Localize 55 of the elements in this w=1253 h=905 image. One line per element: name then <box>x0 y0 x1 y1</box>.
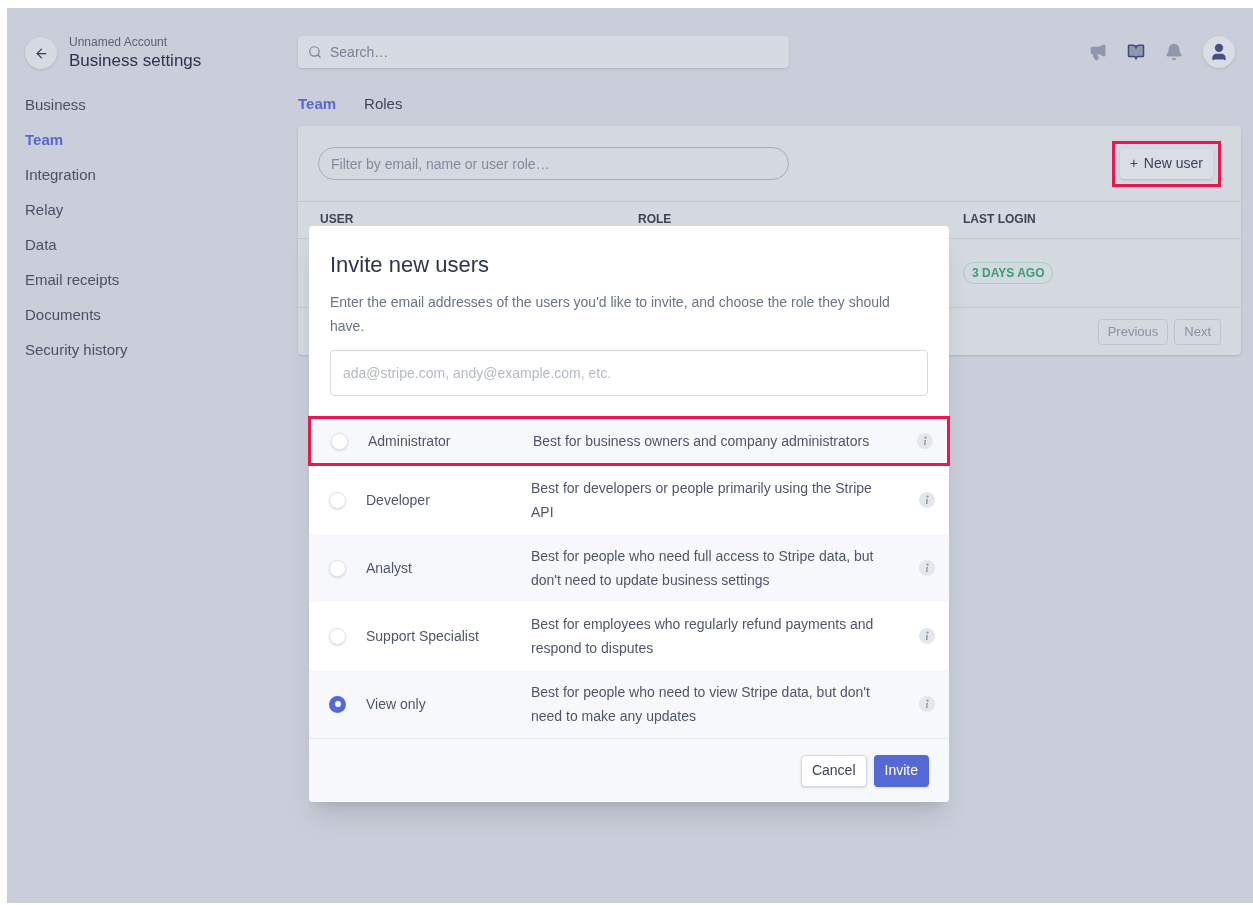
filter-field[interactable]: Filter by email, name or user role… <box>318 147 789 180</box>
role-name: Support Specialist <box>366 626 480 646</box>
role-name: Administrator <box>368 431 452 451</box>
info-icon[interactable] <box>919 696 935 712</box>
sidebar-item[interactable]: Business <box>25 94 86 117</box>
radio-button[interactable] <box>329 491 346 509</box>
role-description: Best for people who need to view Stripe data, but don't need to make any updates <box>531 683 871 726</box>
role-description: Best for business owners and company administrators <box>533 432 871 451</box>
role-option[interactable]: Analyst Best for people who need full access to Stripe data, but don't need to update business settings <box>309 534 949 602</box>
search-icon <box>308 45 322 59</box>
sidebar-item[interactable]: Team <box>25 129 64 152</box>
dialog-description: Enter the email addresses of the users you'd like to invite, and choose the role they should have. <box>330 293 891 336</box>
column-header: USER <box>320 212 354 226</box>
dialog-title: Invite new users <box>330 251 490 279</box>
sidebar-item[interactable]: Data <box>25 234 57 257</box>
column-header: LAST LOGIN <box>963 212 1036 226</box>
sidebar-item[interactable]: Integration <box>25 164 96 187</box>
search-field[interactable]: Search… <box>298 36 789 68</box>
book-icon[interactable] <box>1127 43 1145 61</box>
role-option[interactable]: Developer Best for developers or people primarily using the Stripe API <box>309 466 949 534</box>
account-name: Unnamed Account <box>69 35 169 50</box>
role-option[interactable]: View only Best for people who need to view Stripe data, but don't need to make any updates <box>309 670 949 738</box>
info-icon[interactable] <box>919 628 935 644</box>
invite-button[interactable]: Invite <box>873 754 929 787</box>
new-user-button[interactable]: + New user <box>1119 148 1213 179</box>
role-option[interactable]: Administrator Best for business owners and company administrators <box>308 416 950 466</box>
bell-icon[interactable] <box>1165 43 1183 61</box>
radio-button[interactable] <box>329 695 346 713</box>
tab[interactable]: Team <box>298 94 337 114</box>
sidebar-item[interactable]: Documents <box>25 304 101 327</box>
email-field[interactable]: ada@stripe.com, andy@example.com, etc. <box>330 350 928 396</box>
tab[interactable]: Roles <box>364 94 403 114</box>
radio-button[interactable] <box>331 432 348 450</box>
radio-button[interactable] <box>329 627 346 645</box>
avatar-button[interactable] <box>1203 36 1235 68</box>
cancel-button[interactable]: Cancel <box>800 754 867 787</box>
role-description: Best for employees who regularly refund payments and respond to disputes <box>531 615 875 658</box>
role-name: Analyst <box>366 558 413 578</box>
info-icon[interactable] <box>919 492 935 508</box>
info-icon[interactable] <box>919 560 935 576</box>
page-title: Business settings <box>69 50 202 72</box>
back-button[interactable] <box>25 37 57 70</box>
sidebar-item[interactable]: Relay <box>25 199 64 222</box>
role-name: View only <box>366 694 427 714</box>
megaphone-icon[interactable] <box>1089 43 1107 61</box>
role-name: Developer <box>366 490 431 510</box>
role-description: Best for developers or people primarily using the Stripe API <box>531 479 873 522</box>
column-header: ROLE <box>638 212 672 226</box>
user-icon <box>1209 42 1229 62</box>
role-option[interactable]: Support Specialist Best for employees who regularly refund payments and respond to disputes <box>309 602 949 670</box>
sidebar-item[interactable]: Security history <box>25 339 128 362</box>
role-description: Best for people who need full access to Stripe data, but don't need to update business settings <box>531 547 875 590</box>
info-icon[interactable] <box>917 433 933 449</box>
sidebar-item[interactable]: Email receipts <box>25 269 120 292</box>
radio-button[interactable] <box>329 559 346 577</box>
